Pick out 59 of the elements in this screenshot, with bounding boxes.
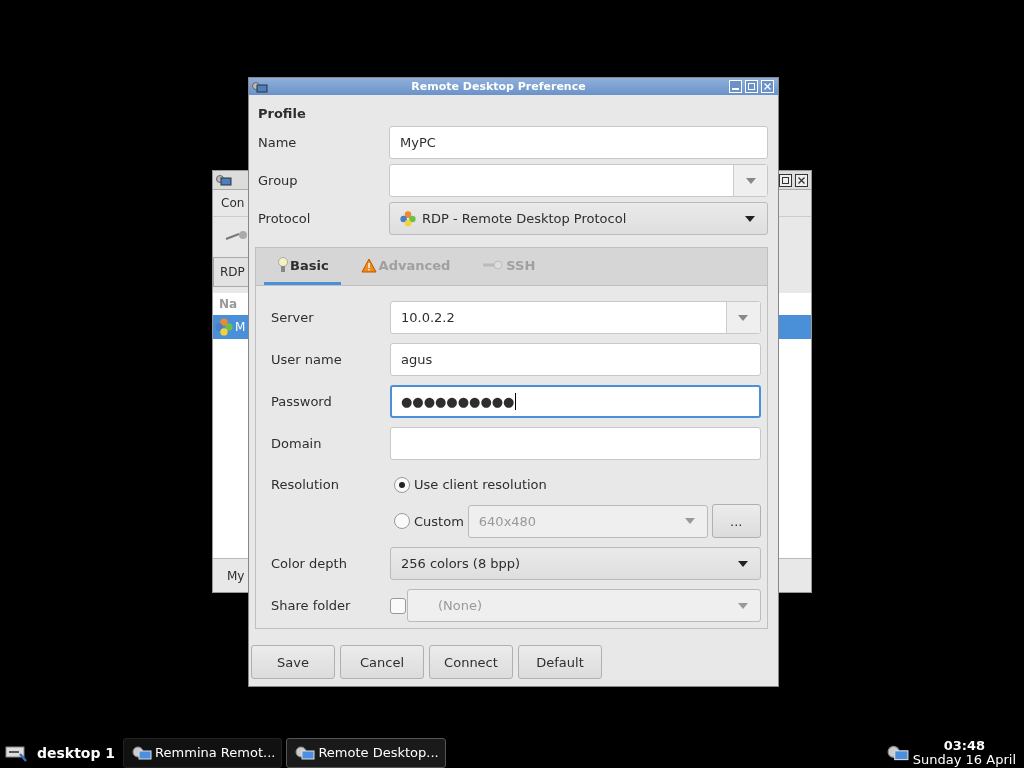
workspace-label[interactable]: desktop 1: [37, 744, 116, 761]
monitor-icon[interactable]: [886, 743, 909, 762]
text-field[interactable]: [390, 427, 761, 460]
minimize-button[interactable]: [729, 80, 742, 93]
text-field[interactable]: agus: [390, 343, 761, 376]
monitor-icon: [295, 744, 316, 761]
caret-icon: [684, 518, 695, 524]
key-icon: [482, 260, 505, 270]
caret-icon: [737, 602, 748, 609]
protocol-icon: [400, 210, 416, 227]
clock-date: Sunday 16 April: [912, 752, 1016, 767]
warning-icon: [360, 257, 377, 273]
caret-icon: [745, 177, 756, 184]
caret-icon: [738, 314, 749, 321]
caret-icon: [737, 560, 748, 567]
keyboard-icon[interactable]: [5, 743, 27, 762]
maximize-button[interactable]: [779, 173, 792, 187]
text-field[interactable]: ●●●●●●●●●●: [390, 385, 761, 418]
field-label: Password: [271, 394, 333, 409]
menu-item[interactable]: Con: [221, 196, 245, 210]
combo-field[interactable]: [389, 164, 768, 197]
radio-label[interactable]: Use client resolution: [414, 477, 547, 492]
taskbar-item[interactable]: Remote Desktop...: [286, 737, 446, 768]
field-label: Color depth: [271, 556, 348, 571]
dialog-button[interactable]: Default: [518, 645, 602, 679]
status-text: My: [227, 568, 245, 583]
radio-button[interactable]: [394, 513, 410, 529]
combo-field[interactable]: 10.0.2.2: [390, 301, 761, 334]
section-heading: Profile: [257, 106, 307, 121]
dialog-button[interactable]: Connect: [429, 645, 513, 679]
field-label: Protocol: [258, 211, 312, 226]
light-bulb-icon: [278, 257, 288, 273]
field-label: Domain: [271, 436, 323, 451]
protocol-dropdown[interactable]: RDP - Remote Desktop Protocol: [389, 202, 768, 235]
field-label: Group: [258, 173, 299, 188]
row-text: M: [235, 320, 246, 334]
caret-icon: [745, 215, 755, 222]
monitor-icon: [252, 79, 268, 94]
plug-icon: [225, 229, 247, 243]
dialog-button[interactable]: Save: [251, 645, 335, 679]
color-depth-dropdown[interactable]: 256 colors (8 bpp): [390, 547, 761, 580]
field-label: Resolution: [271, 476, 340, 492]
more-button[interactable]: ...: [711, 504, 761, 538]
dialog-button[interactable]: Cancel: [340, 645, 424, 679]
radio-button[interactable]: [394, 476, 410, 493]
text-field[interactable]: MyPC: [389, 126, 768, 159]
field-label: Server: [271, 310, 315, 325]
protocol-icon: [215, 318, 233, 336]
radio-label[interactable]: Custom: [414, 513, 464, 529]
checkbox[interactable]: [390, 597, 406, 614]
window-title: Remote Desktop Preference: [410, 80, 587, 93]
field-label: Name: [258, 135, 298, 150]
field-label: User name: [271, 352, 343, 367]
monitor-icon: [216, 173, 232, 187]
field-label: Share folder: [271, 598, 352, 613]
close-button[interactable]: [795, 173, 808, 187]
monitor-icon: [132, 744, 153, 761]
clock-time: 03:48: [943, 738, 986, 753]
taskbar-item[interactable]: Remmina Remot...: [123, 737, 283, 768]
